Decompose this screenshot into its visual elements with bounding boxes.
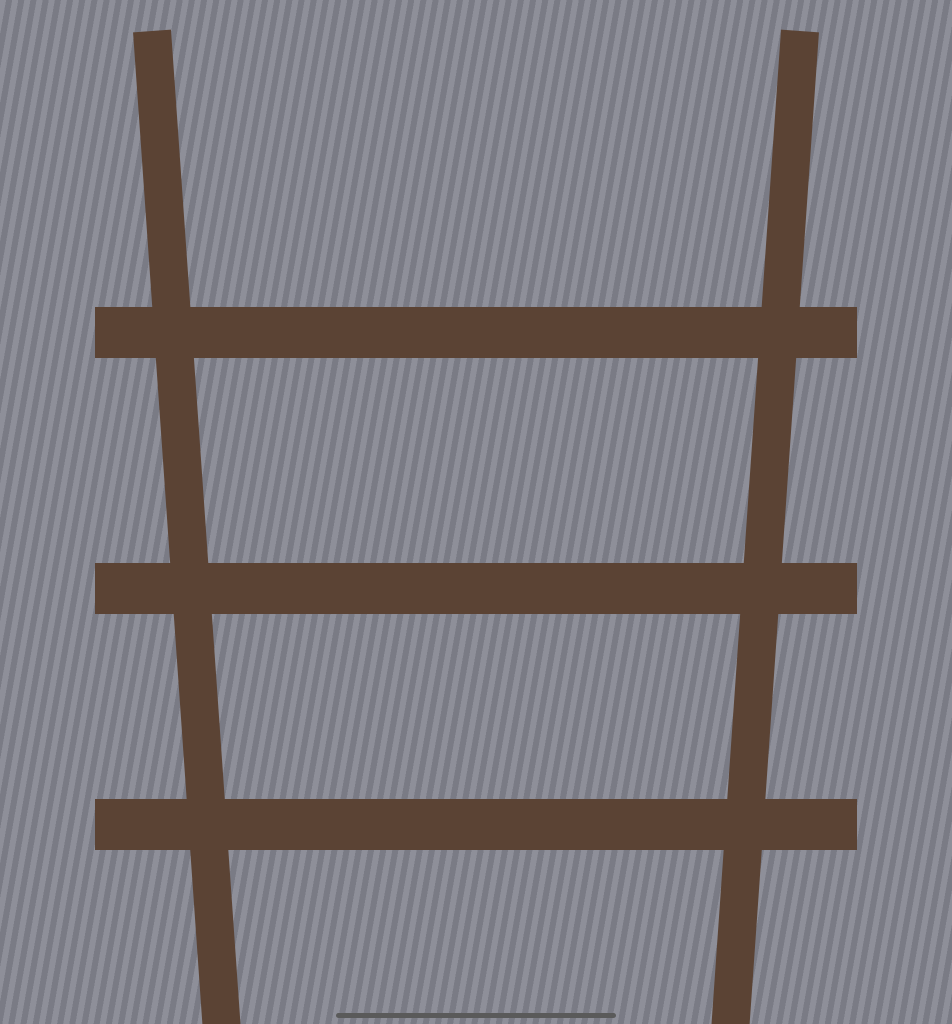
- last-photo-thumbnail[interactable]: [544, 888, 598, 942]
- app-root: EV: [0, 0, 952, 1024]
- camera-pane: EV: [476, 0, 952, 1024]
- home-indicator[interactable]: [336, 1013, 616, 1018]
- camera-bottombar: [476, 874, 952, 1024]
- thumb-content: [544, 888, 598, 942]
